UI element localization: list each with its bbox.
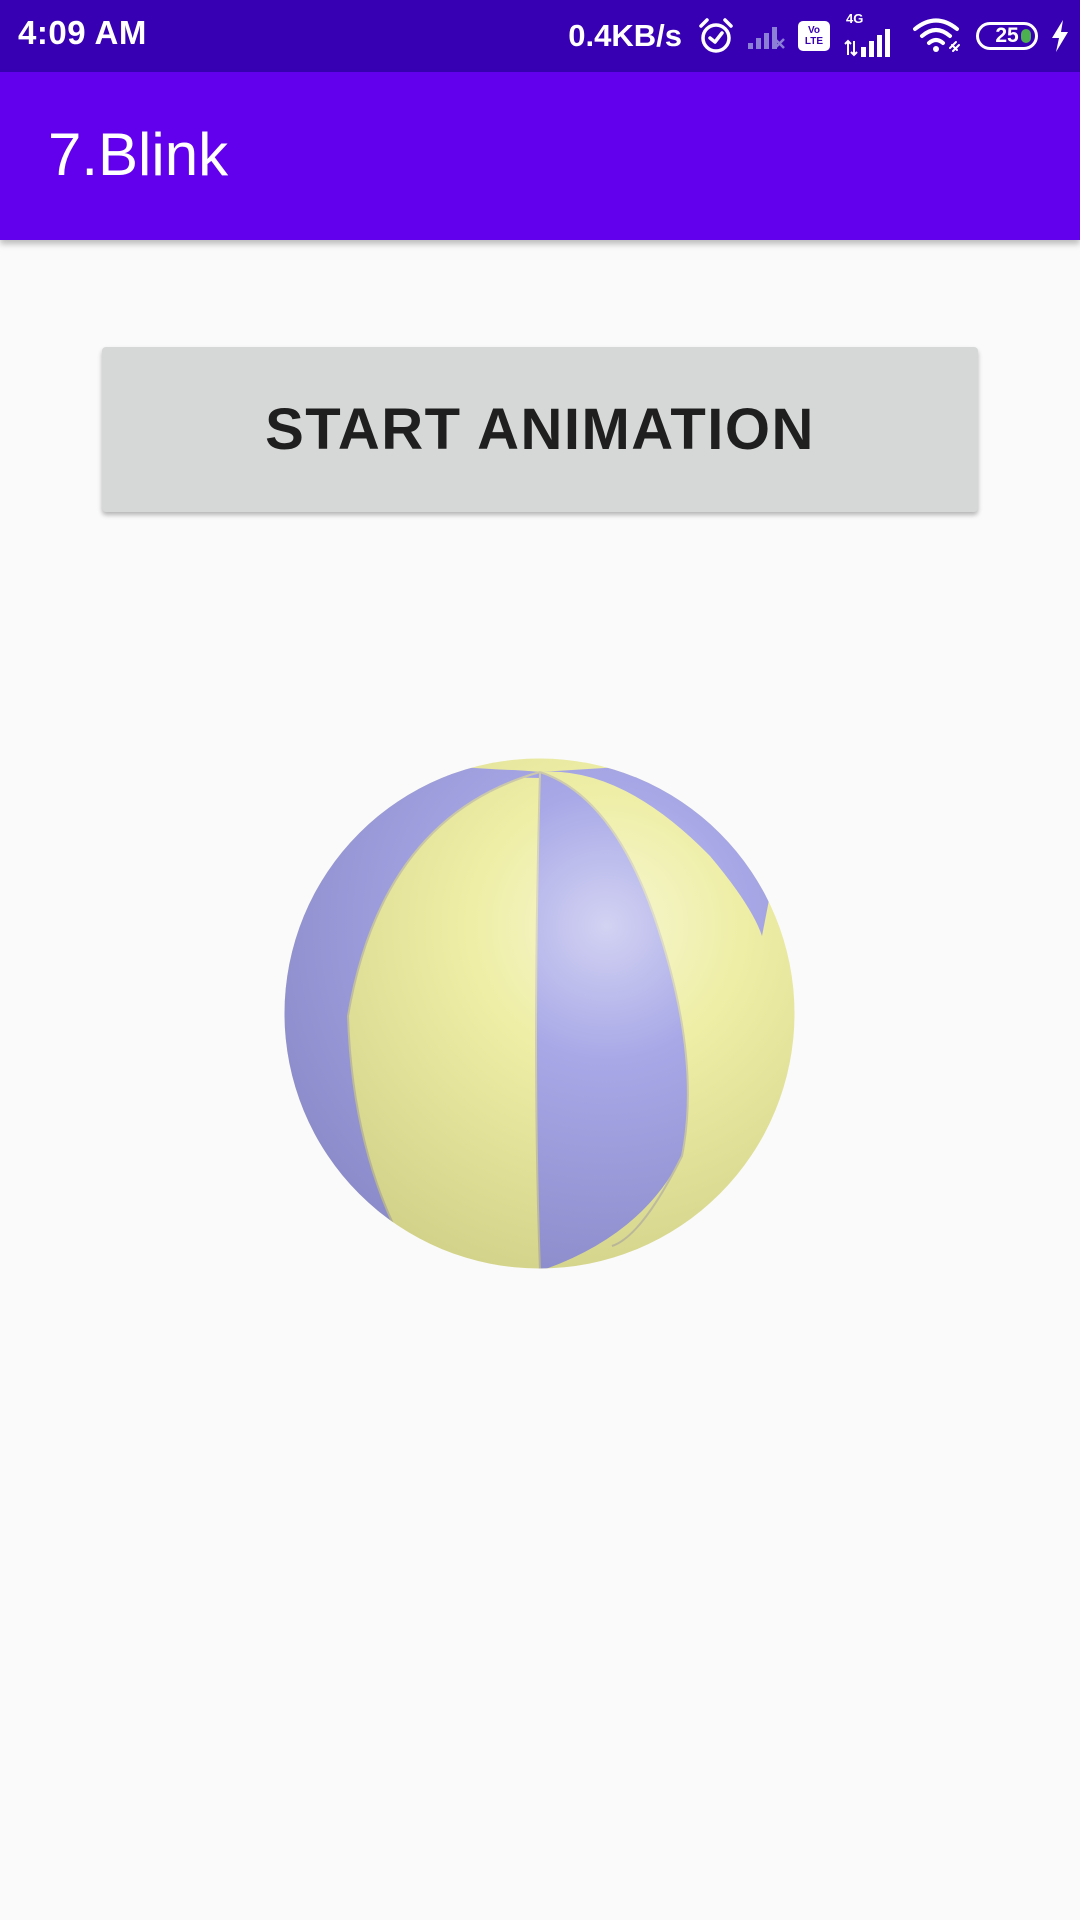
volte-icon: Vo LTE	[798, 21, 830, 51]
battery-fill	[1021, 29, 1031, 43]
wifi-icon	[912, 18, 964, 54]
signal-off-icon	[746, 21, 786, 51]
signal-icon: 4G	[842, 11, 900, 61]
screen: 4:09 AM 0.4KB/s Vo LTE 4G 25 7.Blink STA…	[0, 0, 1080, 1920]
start-animation-button[interactable]: START ANIMATION	[102, 347, 978, 512]
network-speed: 0.4KB/s	[568, 18, 682, 53]
status-bar: 4:09 AM 0.4KB/s Vo LTE 4G 25	[0, 0, 1080, 72]
status-icons: 0.4KB/s Vo LTE 4G 25	[568, 0, 1070, 72]
alarm-icon	[698, 17, 734, 55]
charging-icon	[1050, 19, 1070, 53]
beach-ball-image	[282, 756, 797, 1271]
app-bar: 7.Blink	[0, 72, 1080, 240]
battery-icon: 25	[976, 22, 1038, 50]
app-title: 7.Blink	[48, 121, 229, 188]
status-time: 4:09 AM	[18, 14, 147, 51]
